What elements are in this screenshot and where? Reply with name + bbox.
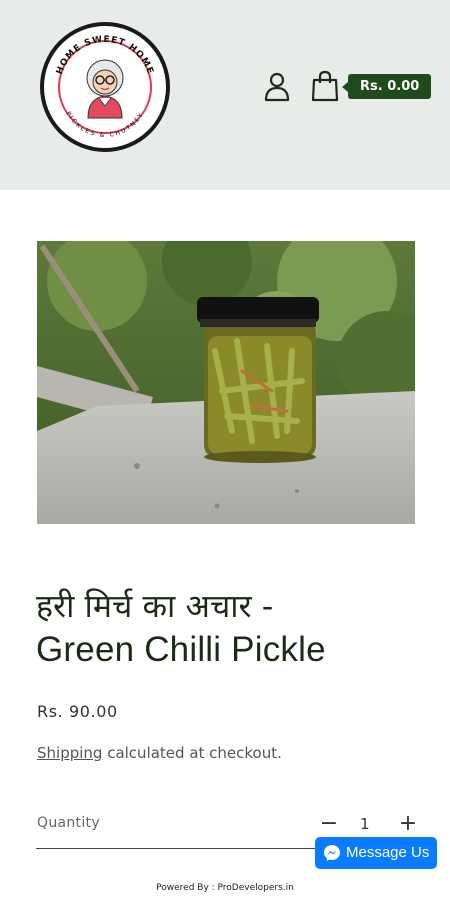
pickle-jar-photo bbox=[37, 241, 415, 524]
cart-total-badge[interactable]: Rs. 0.00 bbox=[341, 74, 432, 99]
shopping-bag-icon[interactable] bbox=[310, 70, 340, 102]
powered-by-footer[interactable]: Powered By : ProDevelopers.in bbox=[0, 883, 450, 893]
product-title-hindi: हरी मिर्च का अचार - bbox=[36, 587, 274, 625]
logo-graphic: HOME SWEET HOME PICKLES & CHUTNEY bbox=[55, 35, 154, 139]
shipping-link[interactable]: Shipping bbox=[37, 744, 102, 762]
quantity-decrease-button[interactable]: − bbox=[317, 810, 341, 838]
person-icon[interactable] bbox=[263, 70, 291, 102]
product-price: Rs. 90.00 bbox=[37, 702, 118, 721]
store-logo[interactable]: HOME SWEET HOME PICKLES & CHUTNEY bbox=[40, 22, 170, 152]
message-us-button[interactable]: Message Us bbox=[315, 837, 437, 869]
product-image[interactable] bbox=[37, 241, 415, 524]
quantity-increase-button[interactable]: + bbox=[396, 810, 420, 838]
site-header: HOME SWEET HOME PICKLES & CHUTNEY Rs. 0.… bbox=[0, 0, 450, 190]
product-title-english: Green Chilli Pickle bbox=[36, 630, 326, 669]
shipping-text: calculated at checkout. bbox=[102, 744, 282, 762]
quantity-value[interactable]: 1 bbox=[360, 815, 370, 833]
quantity-label: Quantity bbox=[37, 815, 100, 831]
message-us-label: Message Us bbox=[346, 844, 430, 861]
product-title: हरी मिर्च का अचार - Green Chilli Pickle bbox=[36, 584, 426, 672]
messenger-icon bbox=[324, 845, 340, 861]
shipping-note: Shipping calculated at checkout. bbox=[37, 744, 282, 762]
